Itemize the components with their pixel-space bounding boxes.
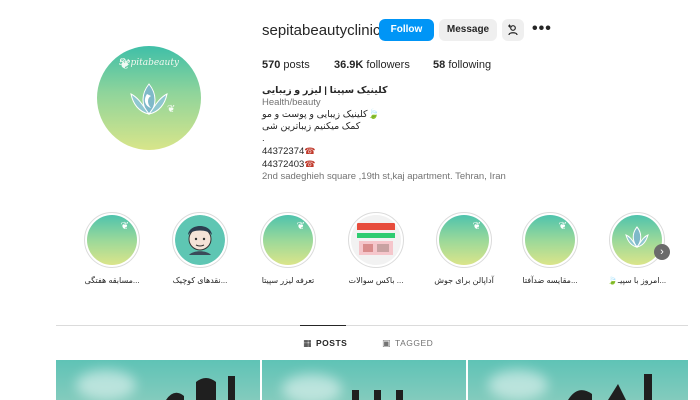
bio-name: کلینیک سپیتا | لیزر و زیبایی bbox=[262, 85, 388, 96]
following-label: following bbox=[448, 59, 492, 71]
butterfly-icon: ❦ bbox=[296, 221, 305, 232]
posts-stat: 570 posts bbox=[262, 59, 310, 71]
face-illustration-icon bbox=[175, 215, 225, 265]
tab-tagged[interactable]: ▣ TAGGED bbox=[382, 338, 433, 349]
tab-posts[interactable]: ▦ POSTS bbox=[303, 338, 347, 349]
add-user-icon bbox=[508, 24, 518, 36]
profile-bio: کلینیک سپیتا | لیزر و زیبایی Health/beau… bbox=[262, 85, 562, 183]
highlight-item[interactable]: ❦ مقایسه ضدآفتا... bbox=[520, 212, 580, 285]
highlight-ring bbox=[348, 212, 404, 268]
highlight-label: باکس سوالات ... bbox=[348, 276, 404, 285]
posts-grid bbox=[56, 360, 688, 400]
tagged-icon: ▣ bbox=[382, 338, 392, 348]
highlight-label: نقدهای کوچیک... bbox=[172, 276, 228, 285]
tab-tagged-label: TAGGED bbox=[395, 338, 434, 348]
highlight-label: آداپالن برای جوش bbox=[434, 276, 494, 285]
add-user-button[interactable] bbox=[502, 19, 524, 41]
promo-image-icon bbox=[351, 215, 401, 265]
post-thumbnail[interactable] bbox=[468, 360, 688, 400]
calligraphy-shape bbox=[568, 374, 652, 400]
highlight-ring: ❦ bbox=[84, 212, 140, 268]
highlight-label: مقایسه ضدآفتا... bbox=[522, 276, 578, 285]
highlight-label: تعرفه لیزر سپیتا bbox=[261, 276, 315, 285]
highlights-next-icon[interactable]: › bbox=[654, 244, 670, 260]
tabs-divider bbox=[56, 325, 688, 326]
phone-1-text: 44372374 bbox=[262, 146, 305, 157]
highlight-cover bbox=[612, 215, 662, 265]
following-stat[interactable]: 58 following bbox=[433, 59, 491, 71]
highlight-item[interactable]: ❦ تعرفه لیزر سپیتا bbox=[258, 212, 318, 285]
highlight-cover: ❦ bbox=[87, 215, 137, 265]
bio-line-1: کلینیک زیبایی و پوست و مو🍃 bbox=[262, 109, 562, 121]
active-tab-indicator bbox=[300, 325, 346, 326]
followers-stat[interactable]: 36.9K followers bbox=[334, 59, 410, 71]
highlight-cover: ❦ bbox=[525, 215, 575, 265]
message-button[interactable]: Message bbox=[439, 19, 497, 41]
butterfly-icon: ❦ bbox=[472, 221, 481, 232]
calligraphy-shape bbox=[352, 390, 403, 400]
highlight-ring bbox=[609, 212, 665, 268]
following-count: 58 bbox=[433, 59, 446, 71]
highlight-ring bbox=[172, 212, 228, 268]
bio-line-3: . bbox=[262, 133, 265, 144]
tab-posts-label: POSTS bbox=[316, 338, 348, 348]
highlight-cover bbox=[175, 215, 225, 265]
bio-address: 2nd sadeghieh square ,19th st,kaj apartm… bbox=[262, 171, 506, 182]
lotus-logo-icon bbox=[625, 226, 649, 248]
butterfly-icon: ❦ bbox=[120, 221, 129, 232]
highlight-item[interactable]: باکس سوالات ... bbox=[346, 212, 406, 285]
calligraphy-shape bbox=[166, 376, 235, 400]
leaf-icon: 🍃 bbox=[367, 109, 380, 120]
highlight-label: 🍃امروز با سپیـ... bbox=[607, 276, 667, 285]
avatar-logo-text: Sepitabeauty bbox=[118, 58, 180, 68]
followers-label: followers bbox=[366, 59, 410, 71]
grid-icon: ▦ bbox=[303, 338, 313, 348]
phone-icon: ☎ bbox=[304, 159, 316, 169]
phone-2-text: 44372403 bbox=[262, 159, 305, 170]
bio-line-1-text: کلینیک زیبایی و پوست و مو bbox=[262, 109, 368, 120]
story-highlights: ❦ مسابقه هفتگی... نقدهای کوچیک... ❦ تعرف… bbox=[0, 212, 700, 292]
highlight-cover bbox=[351, 215, 401, 265]
highlight-ring: ❦ bbox=[522, 212, 578, 268]
highlight-ring: ❦ bbox=[436, 212, 492, 268]
highlight-cover: ❦ bbox=[439, 215, 489, 265]
bio-category: Health/beauty bbox=[262, 97, 321, 108]
post-thumbnail[interactable] bbox=[56, 360, 260, 400]
post-thumbnail[interactable] bbox=[262, 360, 466, 400]
highlight-ring: ❦ bbox=[260, 212, 316, 268]
bio-phone-2: 44372403☎ bbox=[262, 158, 562, 171]
highlight-label: مسابقه هفتگی... bbox=[84, 276, 140, 285]
posts-count: 570 bbox=[262, 59, 281, 71]
phone-icon: ☎ bbox=[304, 146, 316, 156]
bio-phone-1: 44372374☎ bbox=[262, 145, 562, 158]
bio-line-2: کمک میکنیم زیباترین شی bbox=[262, 121, 361, 132]
follow-button[interactable]: Follow bbox=[379, 19, 434, 41]
highlight-item[interactable]: ❦ آداپالن برای جوش bbox=[434, 212, 494, 285]
more-options-icon[interactable]: ••• bbox=[532, 20, 552, 38]
profile-username: sepitabeautyclinic bbox=[262, 22, 381, 39]
followers-count: 36.9K bbox=[334, 59, 364, 71]
profile-avatar[interactable]: ❦ Sepitabeauty ❦ bbox=[97, 46, 201, 150]
posts-label: posts bbox=[283, 59, 310, 71]
butterfly-icon: ❦ bbox=[167, 104, 176, 115]
butterfly-icon: ❦ bbox=[558, 221, 567, 232]
highlight-item[interactable]: ❦ مسابقه هفتگی... bbox=[82, 212, 142, 285]
highlight-item[interactable]: نقدهای کوچیک... bbox=[170, 212, 230, 285]
highlight-cover: ❦ bbox=[263, 215, 313, 265]
